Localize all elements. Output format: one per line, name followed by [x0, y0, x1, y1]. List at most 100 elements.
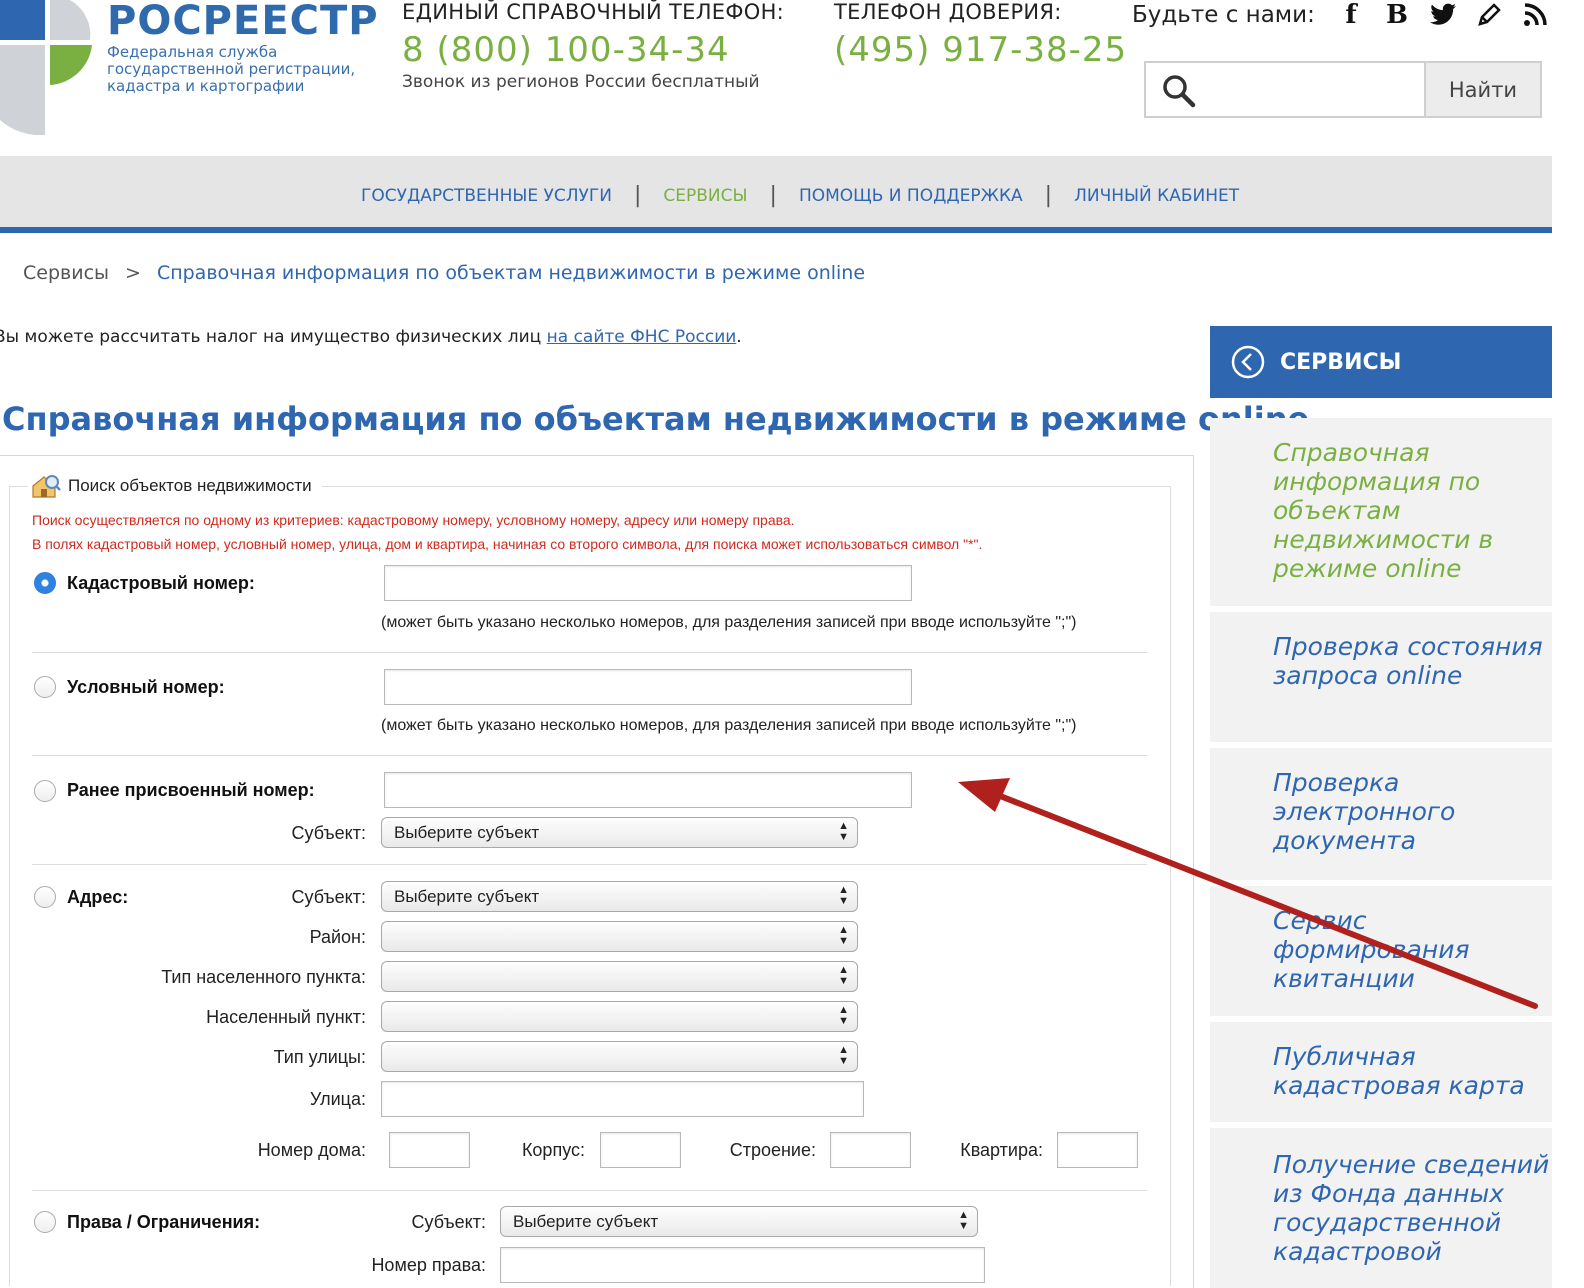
tax-note-end: . — [736, 327, 742, 347]
tax-note-text: Вы можете рассчитать налог на имущество … — [0, 327, 547, 347]
apartment-input[interactable] — [1057, 1132, 1138, 1168]
breadcrumb-current[interactable]: Справочная информация по объектам недвиж… — [157, 262, 865, 284]
building-label: Корпус: — [521, 1140, 585, 1160]
select-arrows-icon: ▲ ▼ — [838, 1044, 849, 1067]
sidebar-header[interactable]: СЕРВИСЫ — [1210, 326, 1552, 398]
help-phone-label: ЕДИНЫЙ СПРАВОЧНЫЙ ТЕЛЕФОН: — [402, 0, 785, 24]
nav-separator: | — [1044, 183, 1053, 208]
settlement-type-select[interactable]: ▲ ▼ — [381, 961, 858, 992]
cadastral-radio[interactable] — [34, 572, 56, 594]
search-criteria-note: Поиск осуществляется по одному из критер… — [32, 512, 795, 528]
blog-icon[interactable] — [1466, 0, 1512, 30]
district-select[interactable]: ▲ ▼ — [381, 921, 858, 952]
conditional-input[interactable] — [384, 669, 912, 705]
rosreestr-logo-icon[interactable] — [0, 0, 100, 135]
sidebar-item-data-fund[interactable]: Получение сведений из Фонда данных госуд… — [1210, 1128, 1552, 1288]
search-legend-label: Поиск объектов недвижимости — [68, 476, 312, 495]
conditional-hint: (может быть указано несколько номеров, д… — [381, 717, 1077, 734]
select-arrows-icon: ▲ ▼ — [838, 820, 849, 843]
address-subject-select[interactable]: Выберите субъект ▲ ▼ — [381, 881, 858, 912]
nav-item-state-services[interactable]: ГОСУДАРСТВЕННЫЕ УСЛУГИ — [361, 186, 612, 206]
breadcrumb-root[interactable]: Сервисы — [23, 262, 109, 284]
conditional-label: Условный номер: — [67, 677, 225, 697]
page-title: Справочная информация по объектам недвиж… — [2, 400, 1310, 438]
street-input[interactable] — [381, 1081, 864, 1117]
help-phone-note: Звонок из регионов России бесплатный — [402, 72, 760, 92]
logo-subtitle: Федеральная служба государственной регис… — [107, 44, 367, 95]
previous-subject-select[interactable]: Выберите субъект ▲ ▼ — [381, 817, 858, 848]
select-arrows-icon: ▲ ▼ — [838, 884, 849, 907]
address-radio[interactable] — [34, 886, 56, 908]
sidebar-item-document-check[interactable]: Проверка электронного документа — [1210, 748, 1552, 880]
cadastral-input[interactable] — [384, 565, 912, 601]
breadcrumb: Сервисы > Справочная информация по объек… — [23, 262, 865, 284]
street-type-label: Тип улицы: — [273, 1047, 366, 1067]
settlement-type-label: Тип населенного пункта: — [161, 967, 366, 987]
rights-subject-value: Выберите субъект — [513, 1212, 659, 1231]
search-button[interactable]: Найти — [1424, 61, 1542, 118]
nav-item-services[interactable]: СЕРВИСЫ — [663, 186, 747, 206]
previous-subject-value: Выберите субъект — [394, 823, 540, 842]
right-number-input[interactable] — [500, 1247, 985, 1283]
twitter-icon[interactable] — [1420, 0, 1466, 30]
structure-label: Строение: — [729, 1140, 816, 1160]
divider — [32, 1190, 1147, 1191]
main-nav: ГОСУДАРСТВЕННЫЕ УСЛУГИ | СЕРВИСЫ | ПОМОЩ… — [0, 156, 1552, 233]
building-input[interactable] — [600, 1132, 681, 1168]
rss-icon[interactable] — [1512, 0, 1558, 30]
rights-subject-select[interactable]: Выберите субъект ▲ ▼ — [500, 1206, 978, 1237]
search-legend: Поиск объектов недвижимости — [28, 472, 322, 500]
sidebar-item-request-status[interactable]: Проверка состояния запроса online — [1210, 612, 1552, 742]
previous-number-input[interactable] — [384, 772, 912, 808]
rights-label: Права / Ограничения: — [67, 1212, 261, 1232]
previous-subject-label: Субъект: — [291, 823, 367, 843]
house-label: Номер дома: — [257, 1140, 366, 1160]
nav-item-personal-account[interactable]: ЛИЧНЫЙ КАБИНЕТ — [1074, 186, 1239, 206]
select-arrows-icon: ▲ ▼ — [838, 924, 849, 947]
structure-input[interactable] — [830, 1132, 911, 1168]
apartment-label: Квартира: — [960, 1140, 1043, 1160]
fns-link[interactable]: на сайте ФНС России — [547, 327, 737, 347]
district-label: Район: — [309, 927, 366, 947]
search-box: Найти — [1144, 61, 1542, 118]
street-type-select[interactable]: ▲ ▼ — [381, 1041, 858, 1072]
divider — [32, 755, 1147, 756]
logo-subtitle-line: Федеральная служба — [107, 43, 278, 61]
cadastral-hint: (может быть указано несколько номеров, д… — [381, 614, 1077, 631]
rights-radio[interactable] — [34, 1211, 56, 1233]
previous-number-label: Ранее присвоенный номер: — [67, 780, 315, 800]
help-phone-number[interactable]: 8 (800) 100-34-34 — [402, 30, 730, 70]
right-number-label: Номер права: — [371, 1255, 486, 1275]
logo-subtitle-line: кадастра и картографии — [107, 77, 305, 95]
tax-note: Вы можете рассчитать налог на имущество … — [0, 327, 742, 347]
sidebar-item-cadastral-map[interactable]: Публичная кадастровая карта — [1210, 1022, 1552, 1122]
facebook-icon[interactable]: f — [1328, 0, 1374, 30]
house-input[interactable] — [389, 1132, 470, 1168]
conditional-radio[interactable] — [34, 676, 56, 698]
nav-separator: | — [633, 183, 642, 208]
select-arrows-icon: ▲ ▼ — [838, 964, 849, 987]
house-search-icon — [32, 475, 61, 498]
sidebar-item-reference-info[interactable]: Справочная информация по объектам недвиж… — [1210, 418, 1552, 606]
select-arrows-icon: ▲ ▼ — [958, 1209, 969, 1232]
nav-item-help-support[interactable]: ПОМОЩЬ И ПОДДЕРЖКА — [799, 186, 1023, 206]
rights-subject-label: Субъект: — [411, 1212, 487, 1232]
select-arrows-icon: ▲ ▼ — [838, 1004, 849, 1027]
street-label: Улица: — [309, 1089, 366, 1109]
logo-title[interactable]: РОСРЕЕСТР — [107, 0, 379, 44]
settlement-select[interactable]: ▲ ▼ — [381, 1001, 858, 1032]
divider — [32, 864, 1147, 865]
trust-phone-number[interactable]: (495) 917-38-25 — [834, 30, 1127, 70]
address-subject-label: Субъект: — [291, 887, 367, 907]
breadcrumb-separator: > — [125, 262, 141, 284]
address-subject-value: Выберите субъект — [394, 887, 540, 906]
previous-number-radio[interactable] — [34, 780, 56, 802]
social-links: f B — [1328, 0, 1558, 30]
search-input[interactable] — [1206, 67, 1421, 112]
logo-subtitle-line: государственной регистрации, — [107, 60, 356, 78]
vkontakte-icon[interactable]: B — [1374, 0, 1420, 30]
wildcard-note: В полях кадастровый номер, условный номе… — [32, 536, 983, 552]
sidebar-item-receipt-service[interactable]: Сервис формирования квитанции — [1210, 886, 1552, 1016]
search-icon — [1163, 75, 1196, 108]
sidebar-title: СЕРВИСЫ — [1280, 349, 1402, 375]
